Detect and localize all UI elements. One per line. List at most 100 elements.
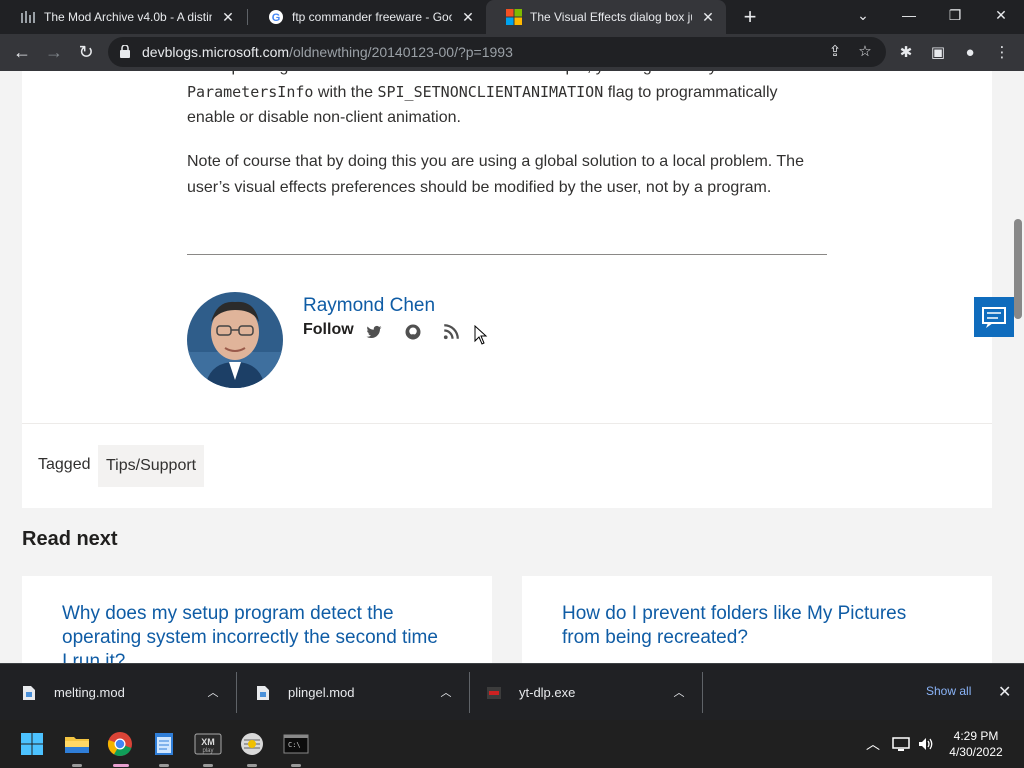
windows-taskbar: XM play C:\ ︿ 4:29 PM 4/30/2022 — [0, 720, 1024, 768]
article-text: flag to programmatically — [603, 83, 778, 101]
address-bar[interactable]: devblogs.microsoft.com/oldnewthing/20140… — [108, 37, 886, 67]
read-next-card[interactable]: How do I prevent folders like My Picture… — [522, 576, 992, 663]
windows-start-icon[interactable] — [16, 728, 48, 760]
tab-google-search[interactable]: G ftp commander freeware - Googl ✕ — [248, 0, 486, 34]
github-icon[interactable] — [404, 323, 422, 341]
article-paragraph-2: Note of course that by doing this you ar… — [187, 153, 804, 196]
chat-icon — [982, 307, 1006, 328]
downloads-shelf: melting.mod ︿ plingel.mod ︿ yt-dlp.exe ︿… — [0, 663, 1024, 720]
read-next-heading: Read next — [22, 528, 118, 550]
side-panel-icon[interactable]: ▣ — [927, 42, 949, 64]
svg-text:C:\: C:\ — [288, 741, 301, 749]
profile-icon[interactable]: ● — [959, 42, 981, 64]
close-tab-icon[interactable]: ✕ — [220, 9, 236, 26]
exe-file-icon — [487, 686, 501, 699]
reload-button[interactable]: ↻ — [72, 38, 100, 66]
download-item[interactable]: yt-dlp.exe — [487, 664, 575, 721]
divider — [702, 672, 703, 713]
close-shelf-icon[interactable]: ✕ — [998, 682, 1011, 702]
tags-bar: Tagged Tips/Support — [22, 423, 992, 508]
code-parametersinfo: ParametersInfo — [187, 82, 314, 101]
article-text: with the — [313, 83, 378, 101]
app-running-indicator — [291, 764, 301, 767]
new-tab-button[interactable]: + — [738, 4, 762, 30]
mod-archive-icon — [21, 11, 35, 23]
author-photo — [187, 292, 283, 388]
follow-label: Follow — [303, 321, 354, 338]
show-all-downloads-link[interactable]: Show all — [926, 684, 971, 698]
clock-time: 4:29 PM — [953, 729, 999, 743]
clock-date: 4/30/2022 — [949, 745, 1003, 759]
chevron-up-icon[interactable]: ︿ — [672, 684, 686, 699]
download-item[interactable]: plingel.mod — [256, 664, 355, 721]
network-icon[interactable] — [892, 736, 910, 752]
volume-icon[interactable] — [917, 736, 935, 752]
twitter-icon[interactable] — [365, 323, 383, 341]
app-active-indicator — [113, 764, 129, 767]
read-next-title-link[interactable]: Why does my setup program detect the ope… — [62, 602, 442, 663]
mouse-cursor-icon — [474, 325, 488, 345]
app-running-indicator — [72, 764, 82, 767]
download-filename: yt-dlp.exe — [519, 685, 576, 700]
forward-button[interactable]: → — [40, 38, 68, 66]
restore-button[interactable]: ❐ — [932, 0, 978, 34]
ftp-client-icon[interactable] — [236, 728, 268, 760]
file-icon — [23, 685, 35, 700]
web-page: corresponding API call for that visual e… — [0, 71, 1024, 663]
svg-text:play: play — [202, 748, 213, 754]
chevron-up-icon[interactable]: ︿ — [206, 684, 220, 699]
tab-strip: The Mod Archive v4.0b - A distin ✕ G ftp… — [0, 0, 1024, 34]
article-paragraph-1: corresponding API call for that visual e… — [187, 71, 827, 131]
article-line: enable or disable non-client animation. — [187, 109, 461, 126]
close-tab-icon[interactable]: ✕ — [700, 9, 716, 26]
download-item[interactable]: melting.mod — [22, 664, 125, 721]
download-filename: plingel.mod — [288, 685, 355, 700]
tab-visual-effects[interactable]: The Visual Effects dialog box just ✕ — [486, 0, 726, 34]
app-running-indicator — [159, 764, 169, 767]
back-button[interactable]: ← — [8, 38, 36, 66]
author-name-link[interactable]: Raymond Chen — [303, 295, 435, 317]
notepad-icon[interactable] — [148, 728, 180, 760]
tab-title: ftp commander freeware - Googl — [292, 10, 452, 24]
tag-tips-support[interactable]: Tips/Support — [98, 445, 205, 487]
tab-search-icon[interactable]: ⌄ — [840, 0, 886, 34]
menu-icon[interactable]: ⋮ — [991, 42, 1013, 64]
taskbar-clock[interactable]: 4:29 PM 4/30/2022 — [944, 728, 1008, 760]
close-window-button[interactable]: ✕ — [978, 0, 1024, 34]
url-text: devblogs.microsoft.com/oldnewthing/20140… — [142, 44, 513, 60]
divider — [187, 254, 827, 255]
app-running-indicator — [203, 764, 213, 767]
svg-text:XM: XM — [201, 737, 215, 747]
tab-title: The Visual Effects dialog box just — [530, 10, 692, 24]
tab-mod-archive[interactable]: The Mod Archive v4.0b - A distin ✕ — [0, 0, 246, 34]
browser-toolbar: ← → ↻ devblogs.microsoft.com/oldnewthing… — [0, 34, 1024, 71]
chevron-up-icon[interactable]: ︿ — [866, 734, 880, 754]
app-running-indicator — [247, 764, 257, 767]
chrome-icon[interactable] — [104, 728, 136, 760]
rss-icon[interactable] — [442, 323, 460, 341]
divider — [236, 672, 237, 713]
svg-text:G: G — [272, 12, 281, 24]
tab-title: The Mod Archive v4.0b - A distin — [44, 10, 212, 24]
read-next-title-link[interactable]: How do I prevent folders like My Picture… — [562, 602, 942, 650]
read-next-card[interactable]: Why does my setup program detect the ope… — [22, 576, 492, 663]
share-icon[interactable]: ⇪ — [826, 43, 844, 61]
article-line: corresponding API call for that visual e… — [187, 71, 827, 80]
feedback-chat-button[interactable] — [974, 297, 1014, 337]
microsoft-logo-icon — [506, 9, 522, 25]
file-icon — [257, 685, 269, 700]
tagged-label: Tagged — [38, 456, 91, 473]
minimize-button[interactable]: — — [886, 0, 932, 34]
extensions-icon[interactable]: ✱ — [895, 42, 917, 64]
xmplay-icon[interactable]: XMplay — [192, 728, 224, 760]
url-path: /oldnewthing/20140123-00/?p=1993 — [289, 44, 513, 60]
file-explorer-icon[interactable] — [61, 728, 93, 760]
page-scrollbar-thumb[interactable] — [1014, 219, 1022, 319]
download-filename: melting.mod — [54, 685, 125, 700]
close-tab-icon[interactable]: ✕ — [460, 9, 476, 26]
chevron-up-icon[interactable]: ︿ — [439, 684, 453, 699]
bookmark-star-icon[interactable]: ☆ — [856, 43, 874, 61]
divider — [469, 672, 470, 713]
author-avatar[interactable] — [187, 292, 283, 388]
command-prompt-icon[interactable]: C:\ — [280, 728, 312, 760]
